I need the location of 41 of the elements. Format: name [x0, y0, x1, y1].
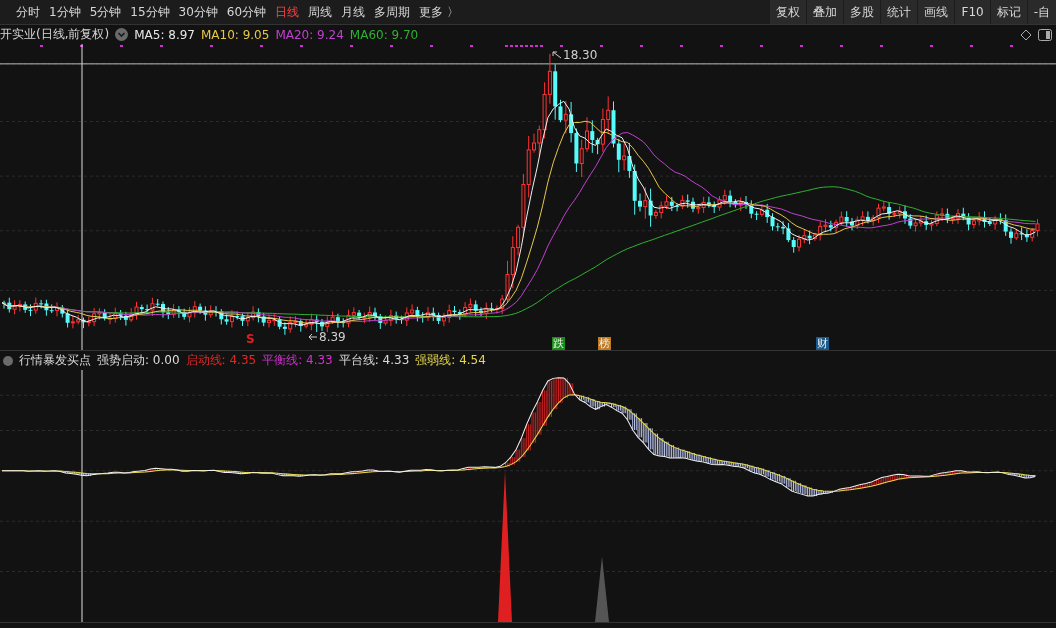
toolbar-button[interactable]: F10 — [955, 0, 990, 24]
panel-toggle-icon[interactable] — [1038, 28, 1052, 41]
indicator-value: 平台线: 4.33 — [338, 352, 410, 369]
toolbar-button[interactable]: 复权 — [770, 0, 807, 24]
indicator-name: 行情暴发买点 — [19, 352, 91, 369]
period-tab[interactable]: 日线 — [271, 1, 304, 23]
indicator-value: 启动线: 4.35 — [185, 352, 257, 369]
event-badge[interactable]: 跌 — [552, 337, 565, 350]
period-tab[interactable]: 周线 — [304, 1, 337, 23]
period-tab[interactable]: 多周期 — [370, 1, 415, 23]
period-tab[interactable]: 30分钟 — [174, 1, 222, 23]
toolbar-button[interactable]: 画线 — [918, 0, 955, 24]
toolbar-button[interactable]: 叠加 — [807, 0, 844, 24]
toolbar-button[interactable]: 多股 — [844, 0, 881, 24]
indicator-value: 平衡线: 4.33 — [262, 352, 333, 369]
arrow-icon — [308, 333, 318, 341]
indicator-value: 强势启动: 0.00 — [97, 352, 180, 369]
low-price-label: 8.39 — [319, 330, 346, 344]
buy-signal-marker: S — [246, 332, 255, 346]
moving-average-value: MA10: 9.05 — [200, 27, 270, 42]
period-tab[interactable]: 15分钟 — [126, 1, 174, 23]
moving-average-value: MA60: 9.70 — [349, 27, 419, 42]
period-tab[interactable]: 1分钟 — [45, 1, 85, 23]
moving-average-value: MA5: 8.97 — [134, 27, 195, 42]
period-tab[interactable]: 60分钟 — [222, 1, 271, 23]
event-badge[interactable]: 财 — [816, 337, 829, 350]
chart-title: 开实业(日线,前复权) — [0, 26, 110, 43]
toolbar-button[interactable]: 统计 — [881, 0, 918, 24]
period-tab[interactable]: 5分钟 — [85, 1, 126, 23]
toolbar-button[interactable]: 标记 — [990, 0, 1027, 24]
diamond-icon[interactable] — [1020, 28, 1032, 41]
period-tab[interactable]: 月线 — [337, 1, 370, 23]
toolbar-button[interactable]: -自 — [1027, 0, 1056, 24]
indicator-value: 强弱线: 4.54 — [415, 352, 486, 369]
arrow-icon — [552, 51, 562, 59]
chevron-down-icon[interactable] — [115, 28, 129, 41]
period-tab[interactable]: 更多 〉 — [415, 1, 463, 23]
circle-icon[interactable] — [3, 355, 13, 366]
moving-average-value: MA20: 9.24 — [275, 27, 344, 42]
high-price-label: 18.30 — [563, 48, 598, 62]
period-tab[interactable]: 分时 — [12, 1, 44, 23]
